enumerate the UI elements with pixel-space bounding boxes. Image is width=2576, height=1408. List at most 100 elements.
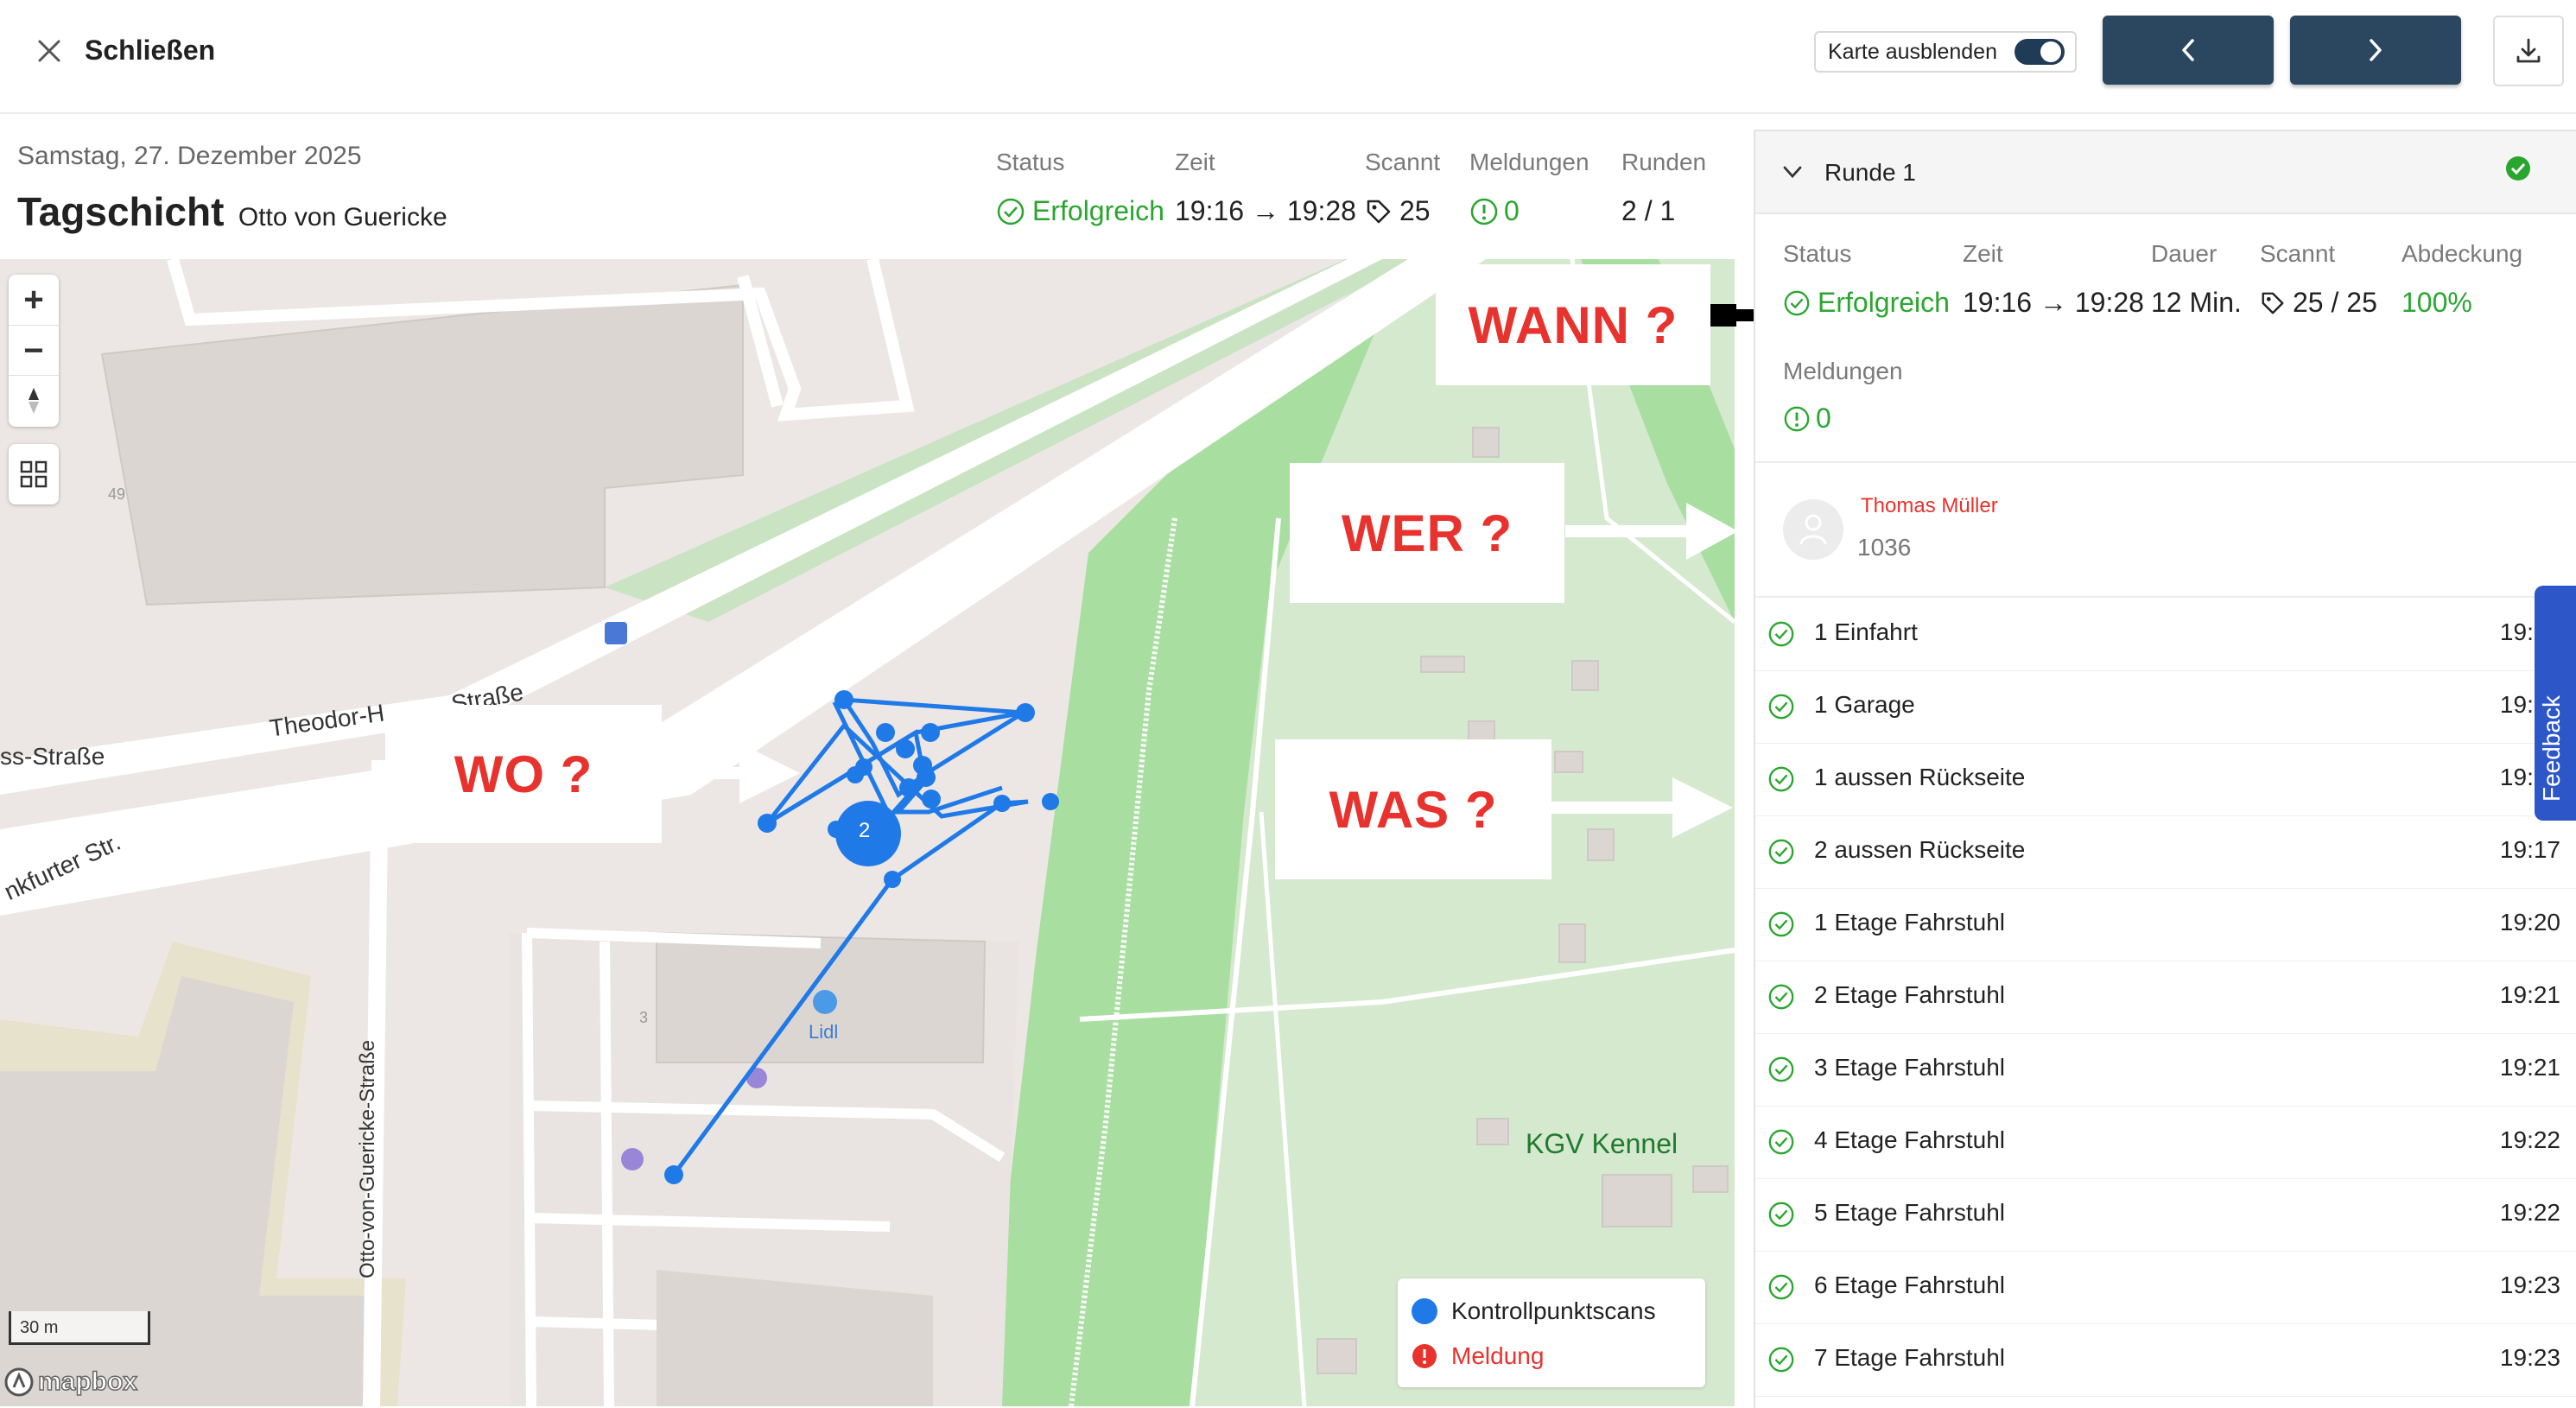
shift-location: Otto von Guericke <box>238 203 447 231</box>
zoom-controls: + − <box>9 275 59 427</box>
round-time-label: Zeit <box>1963 240 2003 267</box>
compass-icon <box>29 388 39 414</box>
checkpoint-name: 1 Garage <box>1814 691 1915 718</box>
checkpoint-time: 19:23 <box>2499 1272 2560 1298</box>
checkpoint-time: 19:21 <box>2499 981 2560 1008</box>
check-circle-icon <box>1768 1274 1794 1300</box>
annotation-wo: WO ? <box>385 705 662 843</box>
guard-id: 1036 <box>1857 534 1912 561</box>
check-circle-icon <box>1768 621 1794 647</box>
round-status-wrap: Erfolgreich <box>1783 287 1950 319</box>
bus-stop <box>605 622 627 644</box>
list-item[interactable]: 4 Etage Fahrstuhl 19:22 <box>1755 1106 2576 1179</box>
checkpoint-name: 1 Etage Fahrstuhl <box>1814 909 2006 935</box>
check-circle-icon <box>1768 911 1794 937</box>
toggle-switch[interactable] <box>2014 39 2065 65</box>
scans-label: Scannt <box>1365 149 1441 175</box>
checkpoint-name: 3 Etage Fahrstuhl <box>1814 1054 2006 1081</box>
round-scans-value: 25 / 25 <box>2293 287 2377 318</box>
check-circle-icon <box>997 198 1025 225</box>
next-button[interactable] <box>2290 16 2461 85</box>
mapbox-label: mapbox <box>37 1367 138 1397</box>
close-label[interactable]: Schließen <box>85 35 215 67</box>
alert-circle-icon <box>1470 198 1498 225</box>
close-icon[interactable] <box>31 33 67 69</box>
shift-date: Samstag, 27. Dezember 2025 <box>17 142 362 170</box>
feedback-tab[interactable]: Feedback <box>2535 586 2576 821</box>
hide-map-label: Karte ausblenden <box>1828 40 1997 64</box>
list-item[interactable]: 6 Etage Fahrstuhl 19:23 <box>1755 1251 2576 1324</box>
round-coverage-value: 100% <box>2402 287 2472 318</box>
download-button[interactable] <box>2493 16 2564 86</box>
round-time-value: 19:16 → 19:28 <box>1963 287 2144 318</box>
list-item[interactable]: 1 Etage Fahrstuhl 19:20 <box>1755 888 2576 961</box>
building-north <box>100 283 744 606</box>
hide-map-toggle[interactable]: Karte ausblenden <box>1814 31 2077 73</box>
check-circle-icon <box>1768 1129 1794 1155</box>
cluster-count[interactable]: 2 <box>859 819 870 843</box>
layers-button[interactable] <box>9 444 59 504</box>
park-label: KGV Kennel <box>1526 1128 1678 1159</box>
checkpoint-time: 19:21 <box>2499 1054 2560 1081</box>
round-header[interactable]: Runde 1 <box>1755 131 2576 214</box>
check-circle-icon <box>1768 694 1794 720</box>
list-item[interactable]: 1 Garage 19:16 <box>1755 670 2576 744</box>
round-complete-icon <box>2506 156 2530 181</box>
list-item[interactable]: 7 Etage Fahrstuhl 19:23 <box>1755 1323 2576 1397</box>
guard-name[interactable]: Thomas Müller <box>1861 494 1998 518</box>
check-circle-icon <box>1768 1202 1794 1227</box>
compass-button[interactable] <box>9 375 59 426</box>
checkpoint-name: 2 aussen Rückseite <box>1814 836 2026 863</box>
chevron-down-icon <box>1783 166 1802 179</box>
zoom-in-button[interactable]: + <box>9 275 59 325</box>
legend-label-report: Meldung <box>1451 1342 1545 1369</box>
time-value: 19:16 → 19:28 <box>1175 195 1356 226</box>
street-label-5: Otto-von-Guericke-Straße <box>356 1039 379 1278</box>
divider <box>1755 461 2576 463</box>
checkpoint-time: 19:17 <box>2499 836 2560 863</box>
zoom-out-button[interactable]: − <box>9 325 59 376</box>
arrow-wo-icon <box>662 743 800 803</box>
arrow-was-icon <box>1551 777 1733 838</box>
checkpoint-name: 4 Etage Fahrstuhl <box>1814 1126 2006 1153</box>
user-icon <box>1799 514 1827 545</box>
shift-title-block: Tagschicht Otto von Guericke <box>17 188 447 235</box>
round-duration-label: Dauer <box>2151 240 2218 267</box>
list-item[interactable]: 2 aussen Rückseite 19:17 <box>1755 815 2576 889</box>
round-status-label: Status <box>1783 240 1852 267</box>
toggle-knob <box>2040 41 2061 62</box>
list-item[interactable]: 2 Etage Fahrstuhl 19:21 <box>1755 961 2576 1034</box>
checkpoint-time: 19:22 <box>2499 1126 2560 1153</box>
list-item[interactable]: 5 Etage Fahrstuhl 19:22 <box>1755 1178 2576 1252</box>
annotation-wann: WANN ? <box>1436 264 1710 385</box>
checkpoint-time: 19:22 <box>2499 1199 2560 1226</box>
scans-value: 25 <box>1399 195 1431 226</box>
status-value-wrap: Erfolgreich <box>996 195 1164 227</box>
scale-bar: 30 m <box>9 1311 150 1345</box>
check-circle-icon <box>1768 984 1794 1010</box>
scale-label: 30 m <box>20 1318 59 1337</box>
round-duration-value: 12 Min. <box>2151 287 2242 318</box>
rounds-value: 2 / 1 <box>1621 195 1676 226</box>
chevron-right-icon <box>2370 39 2382 61</box>
previous-button[interactable] <box>2103 16 2274 85</box>
round-title: Runde 1 <box>1824 159 1916 186</box>
list-item[interactable]: 3 Etage Fahrstuhl 19:21 <box>1755 1033 2576 1107</box>
mapbox-logo[interactable]: mapbox <box>3 1367 138 1398</box>
status-label: Status <box>996 149 1065 175</box>
round-reports-wrap: 0 <box>1783 403 1831 434</box>
checkpoint-name: 7 Etage Fahrstuhl <box>1814 1344 2006 1371</box>
feedback-label: Feedback <box>2538 695 2565 802</box>
rounds-label: Runden <box>1621 149 1707 175</box>
arrow-wer-icon <box>1565 503 1738 560</box>
round-reports-label: Meldungen <box>1783 358 1903 384</box>
time-label: Zeit <box>1175 149 1215 175</box>
annotation-wer: WER ? <box>1290 463 1564 603</box>
list-item[interactable]: 1 Einfahrt 19:16 <box>1755 598 2576 671</box>
list-item[interactable]: 1 aussen Rückseite 19:17 <box>1755 743 2576 816</box>
checkpoint-name: 1 Einfahrt <box>1814 618 1918 645</box>
round-scans-label: Scannt <box>2260 240 2336 267</box>
check-circle-icon <box>1768 766 1794 792</box>
reports-value-wrap: 0 <box>1469 195 1520 227</box>
round-alert-icon <box>1784 406 1810 431</box>
